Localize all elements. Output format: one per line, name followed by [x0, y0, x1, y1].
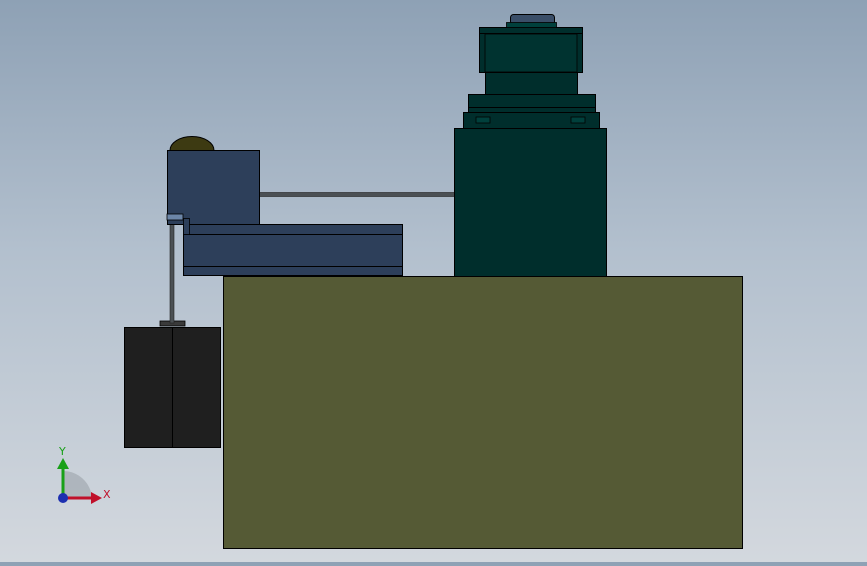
- motor-assembly: [454, 14, 607, 277]
- base-block: [223, 276, 743, 549]
- motor-upper-housing: [485, 72, 578, 95]
- cad-scene: Y X: [57, 14, 743, 549]
- arm-lower-plate: [183, 224, 403, 276]
- motor-collar: [468, 94, 596, 113]
- y-axis-label: Y: [58, 445, 66, 458]
- vertical-rod: [169, 218, 175, 324]
- x-axis-arrow-icon: [91, 492, 102, 504]
- coordinate-triad[interactable]: Y X: [57, 445, 111, 504]
- y-axis-arrow-icon: [57, 458, 69, 469]
- horizontal-rod: [258, 192, 456, 197]
- weight-block: [124, 320, 221, 448]
- dome-knob: [169, 136, 215, 151]
- z-axis-dot-icon: [58, 493, 68, 503]
- motor-body: [454, 128, 607, 277]
- arm-head: [167, 150, 260, 225]
- cad-viewport[interactable]: Y X: [0, 0, 867, 562]
- x-axis-label: X: [103, 488, 111, 501]
- triad-rotation-arc-icon: [63, 470, 92, 498]
- arm-assembly: [166, 136, 403, 276]
